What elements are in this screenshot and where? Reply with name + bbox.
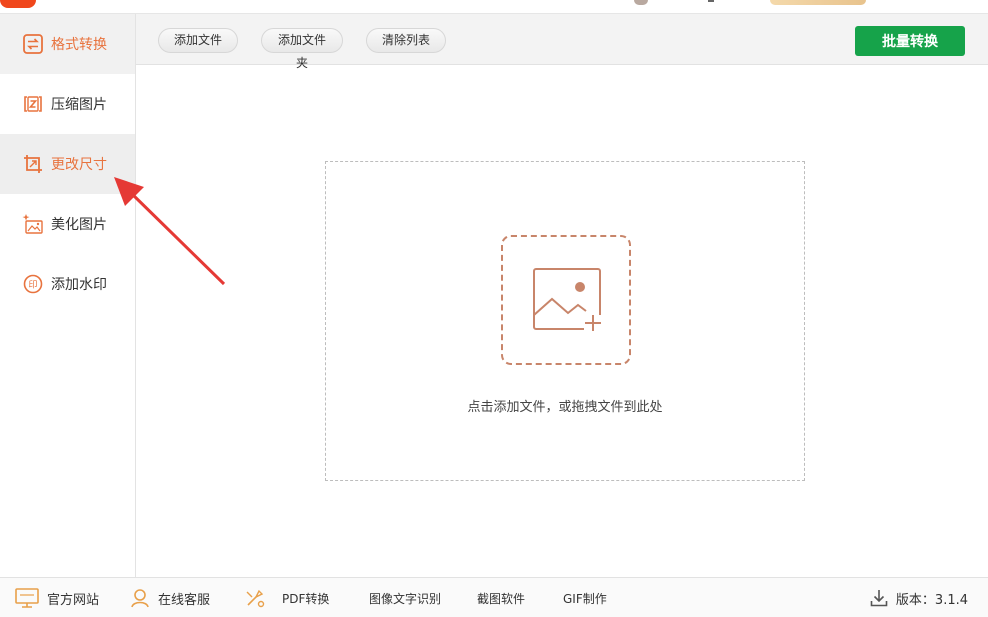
- online-support-label: 在线客服: [158, 592, 211, 608]
- sidebar-item-label: 压缩图片: [51, 97, 107, 113]
- official-website-label: 官方网站: [47, 592, 100, 608]
- user-avatar[interactable]: [634, 0, 648, 5]
- tools-icon: [244, 587, 266, 609]
- compress-icon: [22, 93, 44, 115]
- sidebar-item-label: 添加水印: [51, 277, 107, 293]
- watermark-stamp-icon: 印: [22, 273, 44, 295]
- sidebar-item-label: 更改尺寸: [51, 157, 107, 173]
- toolbar: 添加文件 添加文件夹 清除列表 批量转换: [136, 14, 988, 70]
- vip-button[interactable]: [770, 0, 866, 5]
- sidebar: 格式转换 压缩图片 更改尺寸 美化图片 印 添加水印: [0, 14, 136, 577]
- support-person-icon: [130, 588, 150, 608]
- sidebar-item-label: 格式转换: [51, 37, 107, 53]
- sidebar-item-label: 美化图片: [51, 217, 107, 233]
- minimize-hint: [708, 0, 714, 2]
- online-support-link[interactable]: 在线客服: [130, 578, 210, 617]
- pdf-convert-label: PDF转换: [282, 591, 330, 606]
- screenshot-software-link[interactable]: 截图软件: [477, 578, 525, 617]
- svg-text:印: 印: [28, 279, 37, 291]
- gif-maker-link[interactable]: GIF制作: [563, 578, 607, 617]
- add-folder-button[interactable]: 添加文件夹: [261, 28, 343, 70]
- official-website-link[interactable]: 官方网站: [15, 578, 99, 617]
- sidebar-item-format-convert[interactable]: 格式转换: [0, 14, 135, 74]
- app-logo: [0, 0, 36, 8]
- pdf-convert-link[interactable]: PDF转换: [244, 578, 329, 617]
- file-drop-zone[interactable]: 点击添加文件，或拖拽文件到此处: [325, 161, 805, 481]
- version-label: 版本：3.1.4: [895, 592, 968, 608]
- sidebar-item-compress[interactable]: 压缩图片: [0, 74, 135, 134]
- add-image-button[interactable]: [501, 235, 631, 365]
- screenshot-software-label: 截图软件: [477, 591, 526, 606]
- swap-arrows-icon: [22, 33, 44, 55]
- add-file-button[interactable]: 添加文件: [158, 28, 238, 53]
- annotation-arrow: [114, 177, 226, 286]
- crop-resize-icon: [22, 153, 44, 175]
- ocr-label: 图像文字识别: [369, 591, 442, 606]
- clear-list-button[interactable]: 清除列表: [366, 28, 446, 53]
- drop-hint-text: 点击添加文件，或拖拽文件到此处: [467, 400, 663, 415]
- version-info[interactable]: 版本：3.1.4: [870, 578, 968, 617]
- title-bar: [0, 0, 988, 14]
- download-icon: [870, 589, 888, 607]
- image-add-icon: [528, 263, 604, 337]
- footer: 官方网站 在线客服 PDF转换 图像文字识别 截图软件 GIF制作 版本：3.1…: [0, 577, 988, 617]
- ocr-link[interactable]: 图像文字识别: [369, 578, 441, 617]
- beautify-icon: [22, 213, 44, 235]
- monitor-icon: [15, 588, 39, 608]
- batch-convert-button[interactable]: 批量转换: [855, 26, 965, 56]
- gif-maker-label: GIF制作: [563, 591, 607, 606]
